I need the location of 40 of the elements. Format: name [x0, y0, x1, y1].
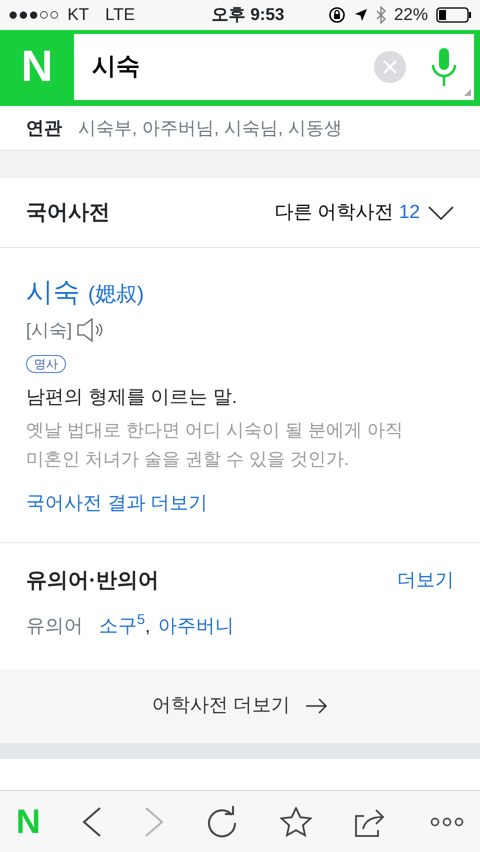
- section-title: 유의어·반의어: [26, 568, 159, 594]
- related-label: 연관: [26, 116, 62, 140]
- part-of-speech-tag: 명사: [26, 354, 66, 372]
- rotation-lock-icon: [328, 6, 346, 24]
- bluetooth-icon: [376, 6, 386, 24]
- synonym-label: 유의어: [26, 614, 83, 639]
- network-type: LTE: [105, 4, 135, 26]
- definition-text: 남편의 형제를 이르는 말.: [26, 386, 238, 410]
- related-terms[interactable]: 시숙부, 아주버님, 시숙님, 시동생: [78, 114, 342, 142]
- chevron-down-icon: [428, 206, 454, 220]
- status-time: 오후 9:53: [210, 4, 286, 26]
- battery-percent: 22%: [394, 4, 428, 26]
- search-bar[interactable]: 시숙: [74, 34, 474, 100]
- speaker-icon: [76, 317, 104, 343]
- entry-word[interactable]: 시숙: [26, 272, 80, 312]
- reload-icon[interactable]: [206, 806, 238, 838]
- section-title: 국어사전: [26, 200, 110, 226]
- more-dictionaries-button[interactable]: 어학사전 더보기: [0, 669, 480, 744]
- synonym-link[interactable]: 소구$^{5}$: [99, 612, 145, 642]
- more-icon[interactable]: [430, 816, 464, 826]
- battery-icon: [436, 7, 472, 23]
- carrier-name: KT: [67, 4, 90, 26]
- example-sentence: 옛날 법대로 한다면 어디 시숙이 될 분에게 아직 미혼인 처녀가 술을 권할 수 있을 것인가.: [26, 419, 404, 471]
- hanja-text: (媤叔): [88, 282, 144, 308]
- signal-strength: ●●●○○: [8, 4, 60, 26]
- synonym-link[interactable]: 아주버니: [158, 612, 234, 642]
- star-icon[interactable]: [280, 806, 312, 836]
- microphone-icon: [430, 47, 458, 87]
- separator-text: ,: [144, 614, 150, 639]
- more-results-link[interactable]: 국어사전 결과 더보기: [26, 490, 208, 518]
- close-icon: [374, 51, 406, 83]
- pronunciation-text: [시숙]: [26, 318, 72, 342]
- arrow-right-icon: [306, 698, 328, 714]
- search-field[interactable]: 시숙: [90, 48, 374, 86]
- back-icon[interactable]: [82, 806, 102, 836]
- pronounce-button[interactable]: [76, 317, 104, 343]
- corner-mark-icon: [464, 89, 471, 96]
- more-link[interactable]: 더보기: [397, 566, 454, 596]
- other-dictionaries-button[interactable]: 다른 어학사전 12: [274, 203, 454, 222]
- location-icon: [354, 8, 368, 22]
